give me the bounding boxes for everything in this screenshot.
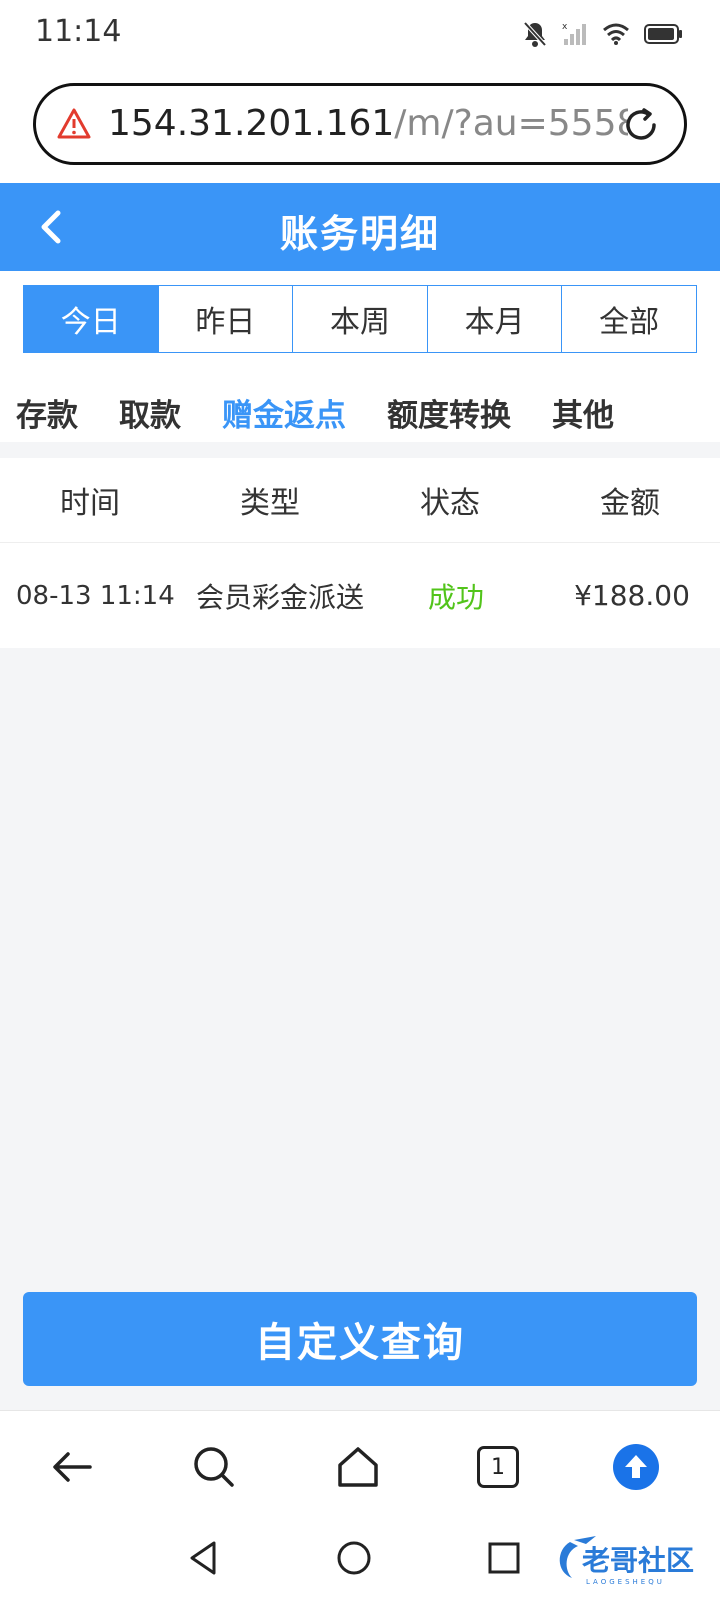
watermark-subtext: LAOGESHEQU bbox=[586, 1578, 665, 1586]
browser-toolbar: 1 bbox=[0, 1410, 720, 1520]
mute-bell-icon bbox=[522, 20, 548, 52]
address-bar[interactable]: 154.31.201.161/m/?au=5558 bbox=[33, 83, 687, 165]
warning-icon[interactable] bbox=[56, 106, 92, 142]
url-host: 154.31.201.161 bbox=[108, 103, 395, 144]
search-icon[interactable] bbox=[190, 1443, 238, 1491]
tabs-icon[interactable]: 1 bbox=[474, 1443, 522, 1491]
url-text[interactable]: 154.31.201.161/m/?au=5558 bbox=[108, 102, 628, 146]
battery-icon bbox=[644, 23, 684, 49]
custom-query-button[interactable]: 自定义查询 bbox=[23, 1292, 697, 1386]
status-time: 11:14 bbox=[35, 14, 122, 49]
reload-icon[interactable] bbox=[620, 104, 662, 146]
tab-all[interactable]: 全部 bbox=[562, 286, 696, 352]
date-filter-tabs: 今日 昨日 本周 本月 全部 bbox=[23, 285, 697, 353]
tab-deposit[interactable]: 存款 bbox=[16, 390, 78, 435]
column-header-status: 状态 bbox=[420, 486, 480, 521]
tab-other[interactable]: 其他 bbox=[552, 390, 614, 435]
status-icons: x bbox=[522, 20, 684, 52]
tab-count: 1 bbox=[477, 1446, 519, 1488]
page-title: 账务明细 bbox=[279, 212, 440, 256]
table-header: 时间 类型 状态 金额 bbox=[0, 458, 720, 543]
column-header-type: 类型 bbox=[240, 486, 300, 521]
page-header: 账务明细 bbox=[0, 183, 720, 271]
row-amount: ¥188.00 bbox=[574, 579, 690, 612]
records-table: 时间 类型 状态 金额 08-13 11:14 会员彩金派送 成功 ¥188.0… bbox=[0, 458, 720, 648]
nav-recents-icon[interactable] bbox=[484, 1538, 524, 1578]
category-tabs: 存款 取款 赠金返点 额度转换 其他 bbox=[16, 390, 655, 435]
tab-balance-transfer[interactable]: 额度转换 bbox=[387, 390, 511, 435]
upload-icon[interactable] bbox=[612, 1443, 660, 1491]
back-arrow-icon[interactable] bbox=[48, 1443, 96, 1491]
column-header-time: 时间 bbox=[60, 486, 120, 521]
table-row[interactable]: 08-13 11:14 会员彩金派送 成功 ¥188.00 bbox=[0, 543, 720, 648]
column-header-amount: 金额 bbox=[600, 486, 660, 521]
nav-home-icon[interactable] bbox=[334, 1538, 374, 1578]
signal-icon: x bbox=[562, 21, 588, 51]
tab-yesterday[interactable]: 昨日 bbox=[158, 286, 294, 352]
wifi-icon bbox=[602, 22, 630, 50]
row-status: 成功 bbox=[427, 580, 484, 614]
svg-text:x: x bbox=[562, 22, 568, 32]
row-time: 08-13 11:14 bbox=[16, 580, 175, 611]
tab-bonus-rebate[interactable]: 赠金返点 bbox=[222, 390, 346, 435]
nav-back-icon[interactable] bbox=[184, 1538, 224, 1578]
tab-today[interactable]: 今日 bbox=[24, 286, 159, 352]
url-path: /m/?au=5558 bbox=[394, 103, 628, 144]
watermark-logo: 老哥社区 LAOGESHEQU bbox=[556, 1530, 706, 1590]
tab-this-week[interactable]: 本周 bbox=[293, 286, 428, 352]
tab-this-month[interactable]: 本月 bbox=[427, 286, 563, 352]
watermark-text: 老哥社区 bbox=[582, 1544, 694, 1577]
home-icon[interactable] bbox=[334, 1443, 382, 1491]
row-type: 会员彩金派送 bbox=[195, 580, 364, 614]
status-bar: 11:14 x bbox=[0, 0, 720, 70]
tab-withdraw[interactable]: 取款 bbox=[119, 390, 181, 435]
